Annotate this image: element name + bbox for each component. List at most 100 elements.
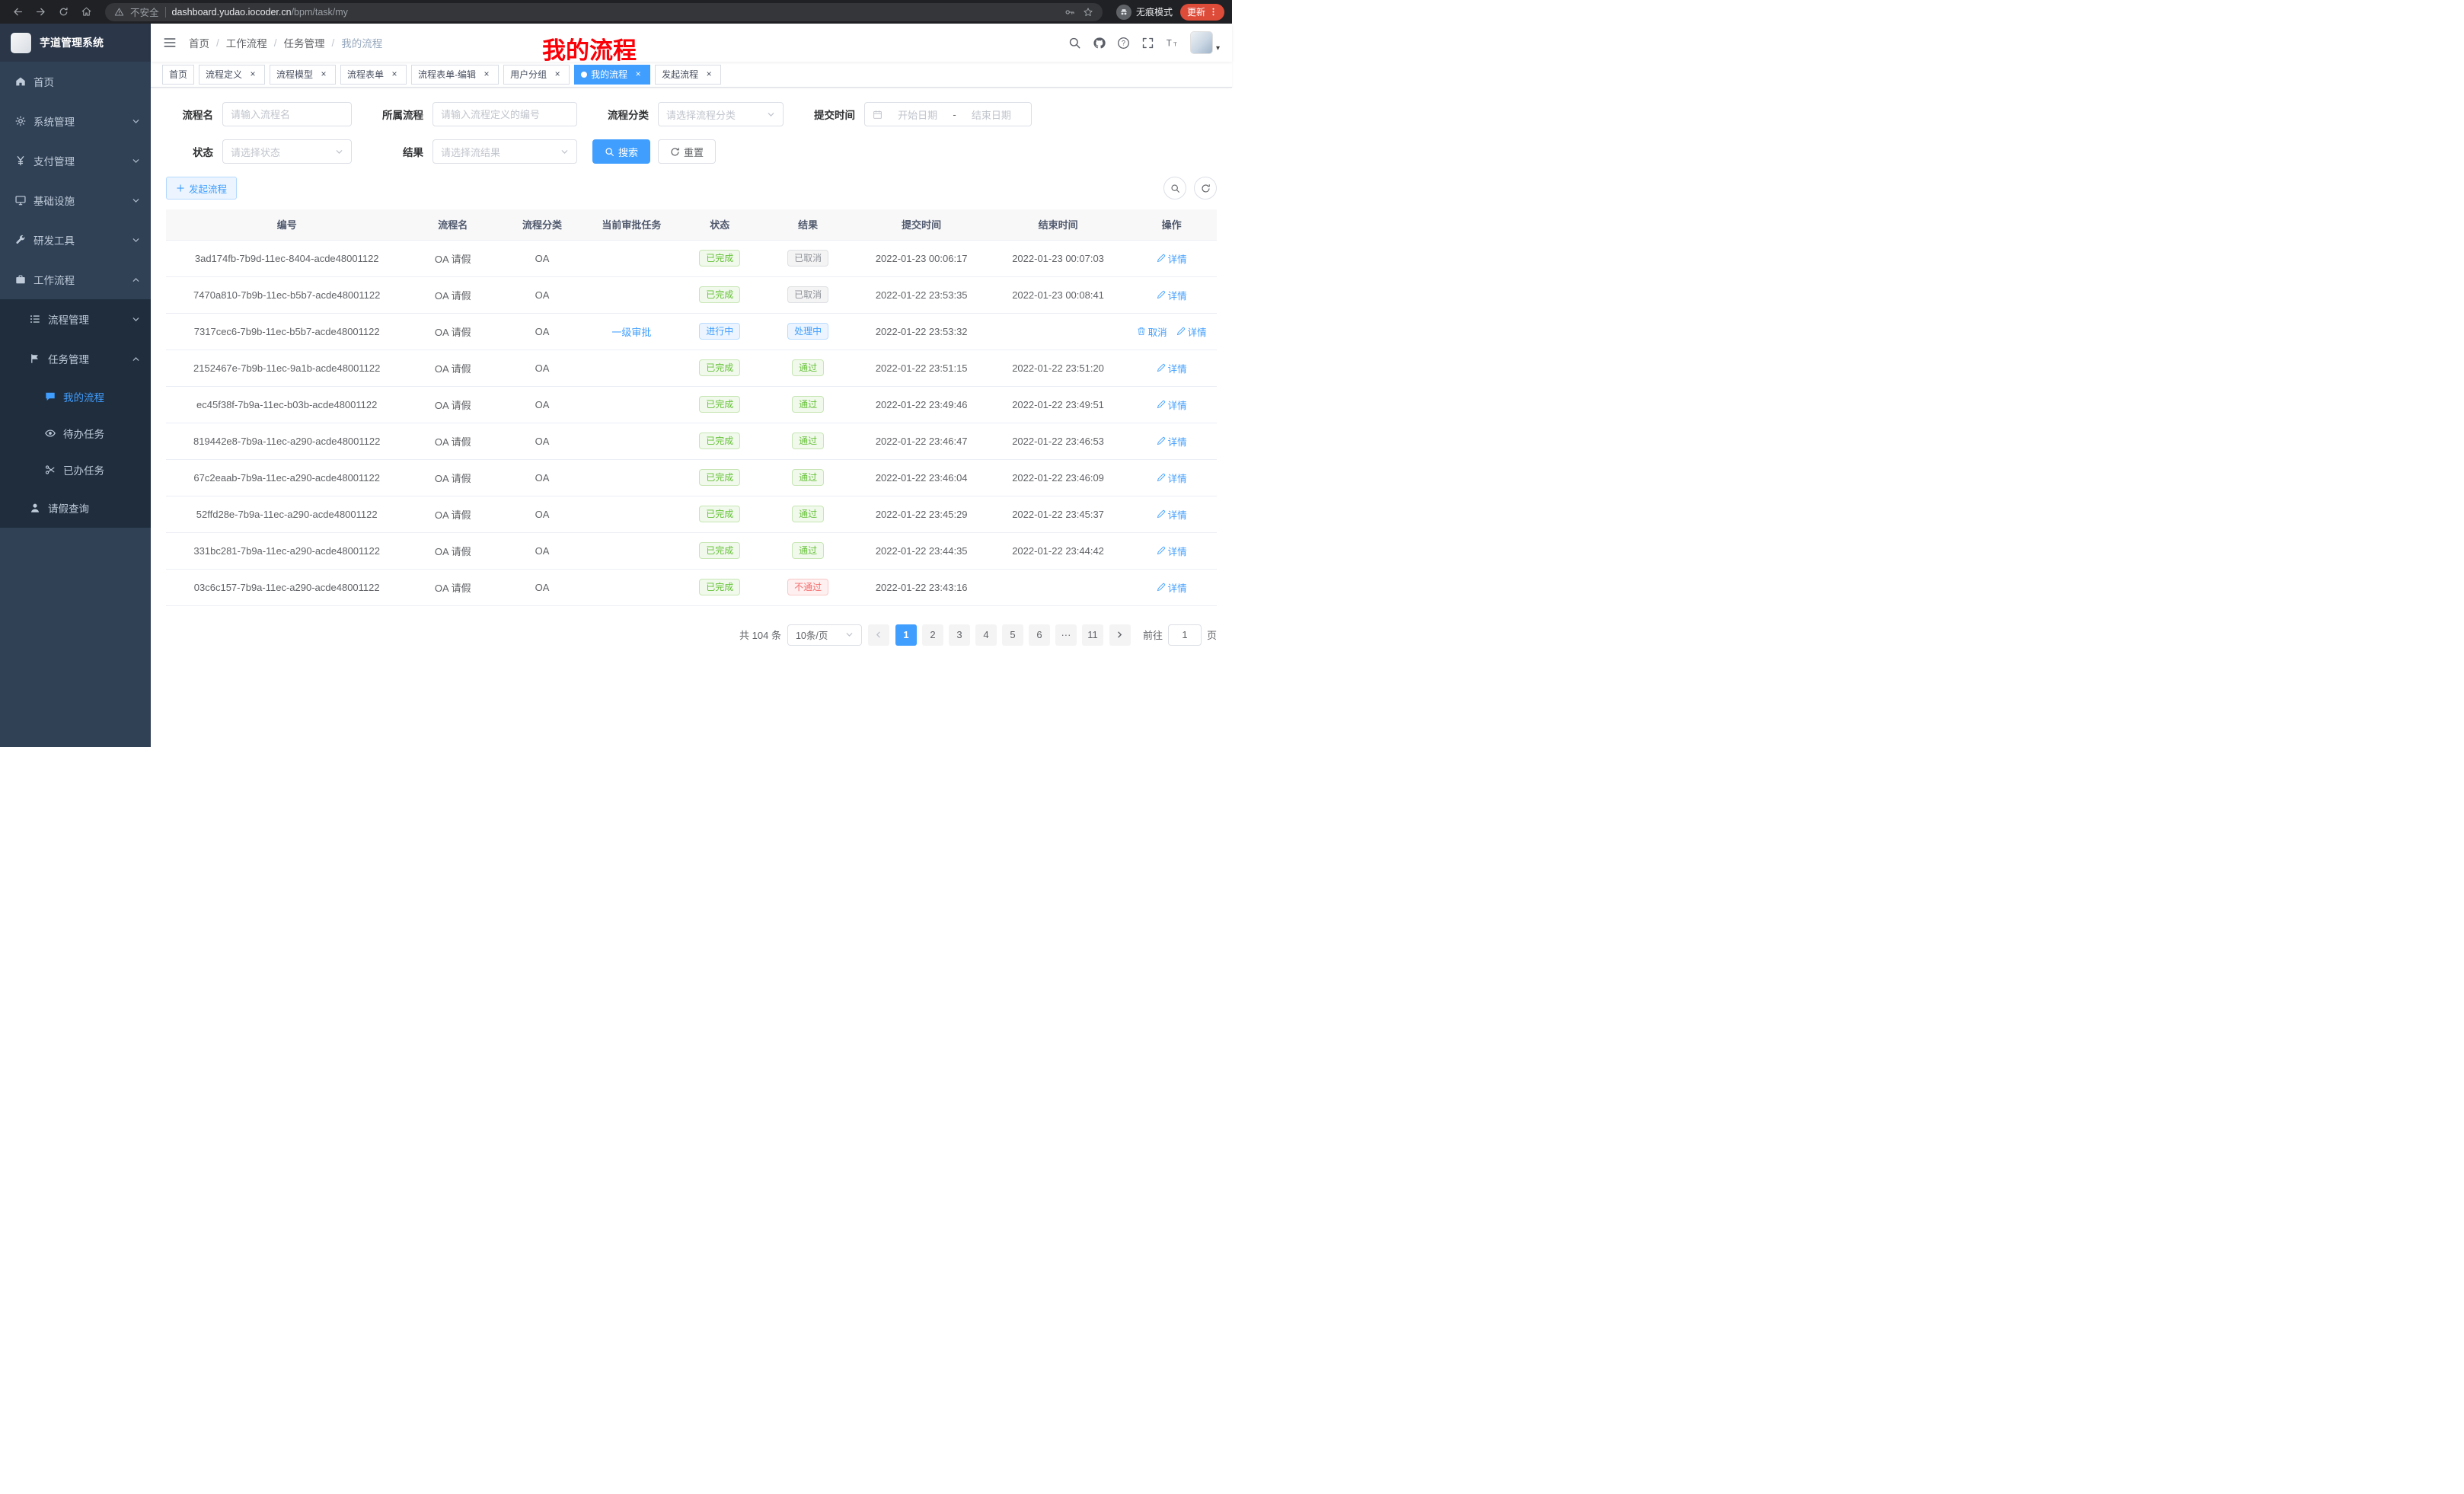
cell-name: OA 请假 (407, 386, 498, 423)
bookmark-star-icon[interactable] (1083, 7, 1093, 18)
page-button-1[interactable]: 1 (895, 624, 917, 646)
task-link[interactable]: 一级审批 (611, 327, 651, 338)
sidebar-item-system[interactable]: 系统管理 (0, 101, 151, 141)
sidebar-item-my-process[interactable]: 我的流程 (0, 378, 151, 415)
search-button[interactable]: 搜索 (592, 139, 650, 164)
github-icon[interactable] (1093, 37, 1106, 49)
tab-close-icon[interactable]: × (247, 69, 258, 80)
sidebar-item-infrastructure[interactable]: 基础设施 (0, 180, 151, 220)
tool-icon (14, 235, 26, 246)
tab-process-definition[interactable]: 流程定义× (199, 65, 265, 85)
hamburger-icon[interactable] (163, 36, 177, 49)
tab-process-form-edit[interactable]: 流程表单-编辑× (411, 65, 499, 85)
password-key-icon[interactable] (1064, 7, 1075, 18)
start-process-button[interactable]: 发起流程 (166, 177, 237, 200)
cell-submit-time: 2022-01-22 23:53:32 (853, 313, 989, 350)
tab-start-process[interactable]: 发起流程× (655, 65, 721, 85)
url-text[interactable]: dashboard.yudao.iocoder.cn/bpm/task/my (172, 7, 1058, 18)
detail-button[interactable]: 详情 (1157, 397, 1187, 412)
cell-actions: 详情 (1126, 532, 1217, 569)
forward-icon[interactable] (30, 2, 50, 22)
table-refresh-button[interactable] (1194, 177, 1217, 200)
tab-process-model[interactable]: 流程模型× (270, 65, 336, 85)
prev-page-button[interactable] (868, 624, 889, 646)
detail-button[interactable]: 详情 (1157, 288, 1187, 302)
tab-close-icon[interactable]: × (704, 69, 714, 80)
tab-close-icon[interactable]: × (389, 69, 400, 80)
detail-button[interactable]: 详情 (1157, 580, 1187, 595)
user-menu[interactable]: ▾ (1190, 31, 1220, 54)
tab-close-icon[interactable]: × (318, 69, 329, 80)
goto-page-input[interactable] (1168, 624, 1202, 646)
tab-close-icon[interactable]: × (633, 69, 643, 80)
fullscreen-icon[interactable] (1141, 37, 1154, 49)
sidebar-item-task-management[interactable]: 任务管理 (0, 339, 151, 378)
sidebar-item-done-tasks[interactable]: 已办任务 (0, 452, 151, 488)
tab-close-icon[interactable]: × (481, 69, 492, 80)
detail-button[interactable]: 详情 (1176, 324, 1207, 339)
detail-button[interactable]: 详情 (1157, 471, 1187, 485)
breadcrumb-item[interactable]: 首页 (189, 35, 209, 50)
breadcrumb-item[interactable]: 工作流程 (226, 35, 267, 50)
detail-button[interactable]: 详情 (1157, 434, 1187, 449)
column-header: 状态 (677, 209, 763, 240)
date-range-picker[interactable]: 开始日期 - 结束日期 (864, 102, 1032, 126)
detail-button[interactable]: 详情 (1157, 361, 1187, 375)
font-size-icon[interactable]: TT (1166, 37, 1179, 49)
cell-end-time: 2022-01-22 23:46:09 (990, 459, 1126, 496)
cell-id: 52ffd28e-7b9a-11ec-a290-acde48001122 (166, 496, 407, 532)
page-button-5[interactable]: 5 (1002, 624, 1023, 646)
app-logo[interactable]: 芋道管理系统 (0, 24, 151, 62)
help-icon[interactable]: ? (1117, 37, 1130, 49)
address-bar[interactable]: 不安全 dashboard.yudao.iocoder.cn/bpm/task/… (105, 3, 1103, 21)
tab-my-process[interactable]: 我的流程× (574, 65, 650, 85)
process-id-input[interactable] (441, 109, 569, 120)
sidebar-item-home[interactable]: 首页 (0, 62, 151, 101)
incognito-badge[interactable]: 无痕模式 (1116, 5, 1173, 20)
update-button[interactable]: 更新 (1180, 4, 1224, 21)
home-icon[interactable] (76, 2, 96, 22)
sidebar-item-leave-query[interactable]: 请假查询 (0, 488, 151, 528)
cell-category: OA (498, 496, 586, 532)
category-select[interactable]: 请选择流程分类 (658, 102, 784, 126)
sidebar-item-process-management[interactable]: 流程管理 (0, 299, 151, 339)
status-select[interactable]: 请选择状态 (222, 139, 352, 164)
tab-home[interactable]: 首页 (162, 65, 194, 85)
tab-user-group[interactable]: 用户分组× (503, 65, 570, 85)
search-icon[interactable] (1068, 37, 1081, 49)
result-select[interactable]: 请选择流结果 (432, 139, 577, 164)
page-button-2[interactable]: 2 (922, 624, 943, 646)
omnibox-separator (165, 7, 166, 18)
page-size-select[interactable]: 10条/页 (787, 624, 862, 646)
cancel-button[interactable]: 取消 (1137, 324, 1167, 339)
page-button-11[interactable]: 11 (1082, 624, 1103, 646)
security-label[interactable]: 不安全 (130, 5, 159, 19)
breadcrumb-item[interactable]: 任务管理 (284, 35, 325, 50)
page-button-6[interactable]: 6 (1029, 624, 1050, 646)
warning-icon (114, 7, 124, 17)
tab-close-icon[interactable]: × (552, 69, 563, 80)
back-icon[interactable] (8, 2, 27, 22)
table-search-button[interactable] (1163, 177, 1186, 200)
cell-name: OA 请假 (407, 240, 498, 276)
page-button-3[interactable]: 3 (949, 624, 970, 646)
sidebar-item-todo-tasks[interactable]: 待办任务 (0, 415, 151, 452)
sidebar-item-workflow[interactable]: 工作流程 (0, 260, 151, 299)
sidebar-item-payment[interactable]: 支付管理 (0, 141, 151, 180)
more-pages-button[interactable]: ··· (1055, 624, 1077, 646)
sidebar-item-dev-tools[interactable]: 研发工具 (0, 220, 151, 260)
chat-icon (44, 391, 56, 403)
reset-button[interactable]: 重置 (658, 139, 716, 164)
tab-process-form[interactable]: 流程表单× (340, 65, 407, 85)
process-name-input[interactable] (231, 109, 343, 120)
reload-icon[interactable] (53, 2, 73, 22)
cell-actions: 取消详情 (1126, 313, 1217, 350)
page-content: 流程名 所属流程 流程分类 请选择流程分类 (151, 88, 1232, 747)
refresh-icon (670, 147, 680, 157)
page-button-4[interactable]: 4 (975, 624, 997, 646)
detail-button[interactable]: 详情 (1157, 251, 1187, 266)
status-tag: 已完成 (699, 542, 740, 559)
next-page-button[interactable] (1109, 624, 1131, 646)
detail-button[interactable]: 详情 (1157, 544, 1187, 558)
detail-button[interactable]: 详情 (1157, 507, 1187, 522)
